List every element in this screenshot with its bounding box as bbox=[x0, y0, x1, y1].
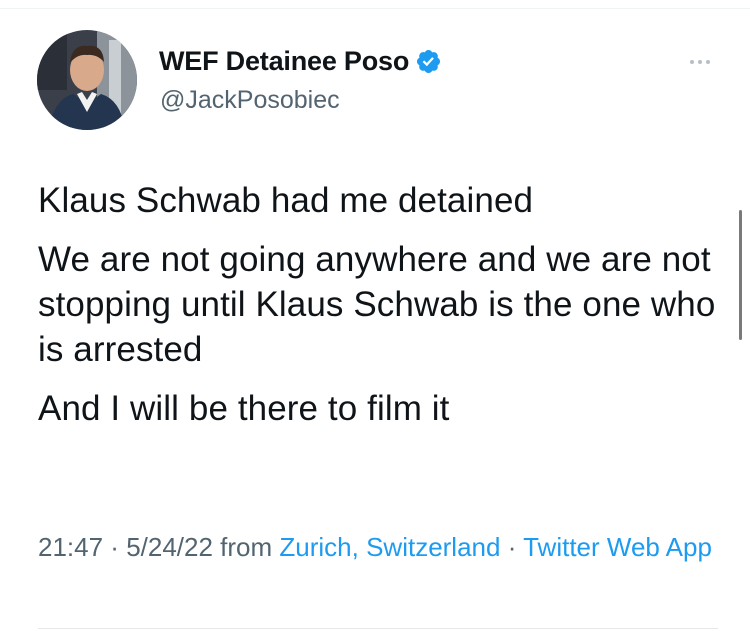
tweet-paragraph: Klaus Schwab had me detained bbox=[38, 181, 534, 220]
tweet-metadata: 21:47 · 5/24/22 from Zurich, Switzerland… bbox=[38, 527, 728, 567]
more-horizontal-icon bbox=[698, 60, 702, 64]
more-horizontal-icon bbox=[690, 60, 694, 64]
divider bbox=[0, 8, 750, 9]
tweet-time[interactable]: 21:47 bbox=[38, 532, 103, 562]
author-name-row: WEF Detainee Poso bbox=[159, 43, 442, 79]
location-link[interactable]: Zurich, Switzerland bbox=[279, 532, 500, 562]
more-horizontal-icon bbox=[706, 60, 710, 64]
author-handle[interactable]: @JackPosobiec bbox=[160, 86, 340, 115]
tweet-paragraph: And I will be there to film it bbox=[38, 389, 450, 428]
meta-separator: · bbox=[103, 532, 127, 562]
verified-badge-icon bbox=[415, 48, 442, 75]
divider bbox=[38, 628, 718, 629]
avatar[interactable] bbox=[37, 30, 137, 130]
scrollbar[interactable] bbox=[739, 210, 742, 340]
tweet-card: WEF Detainee Poso @JackPosobiec Klaus Sc… bbox=[0, 0, 750, 631]
meta-separator: · bbox=[500, 532, 524, 562]
from-label: from bbox=[212, 532, 280, 562]
more-options-button[interactable] bbox=[682, 50, 718, 74]
source-link[interactable]: Twitter Web App bbox=[523, 532, 712, 562]
tweet-text: Klaus Schwab had me detained We are not … bbox=[38, 178, 728, 445]
display-name[interactable]: WEF Detainee Poso bbox=[159, 46, 409, 77]
tweet-paragraph: We are not going anywhere and we are not… bbox=[38, 240, 716, 369]
tweet-date[interactable]: 5/24/22 bbox=[126, 532, 213, 562]
